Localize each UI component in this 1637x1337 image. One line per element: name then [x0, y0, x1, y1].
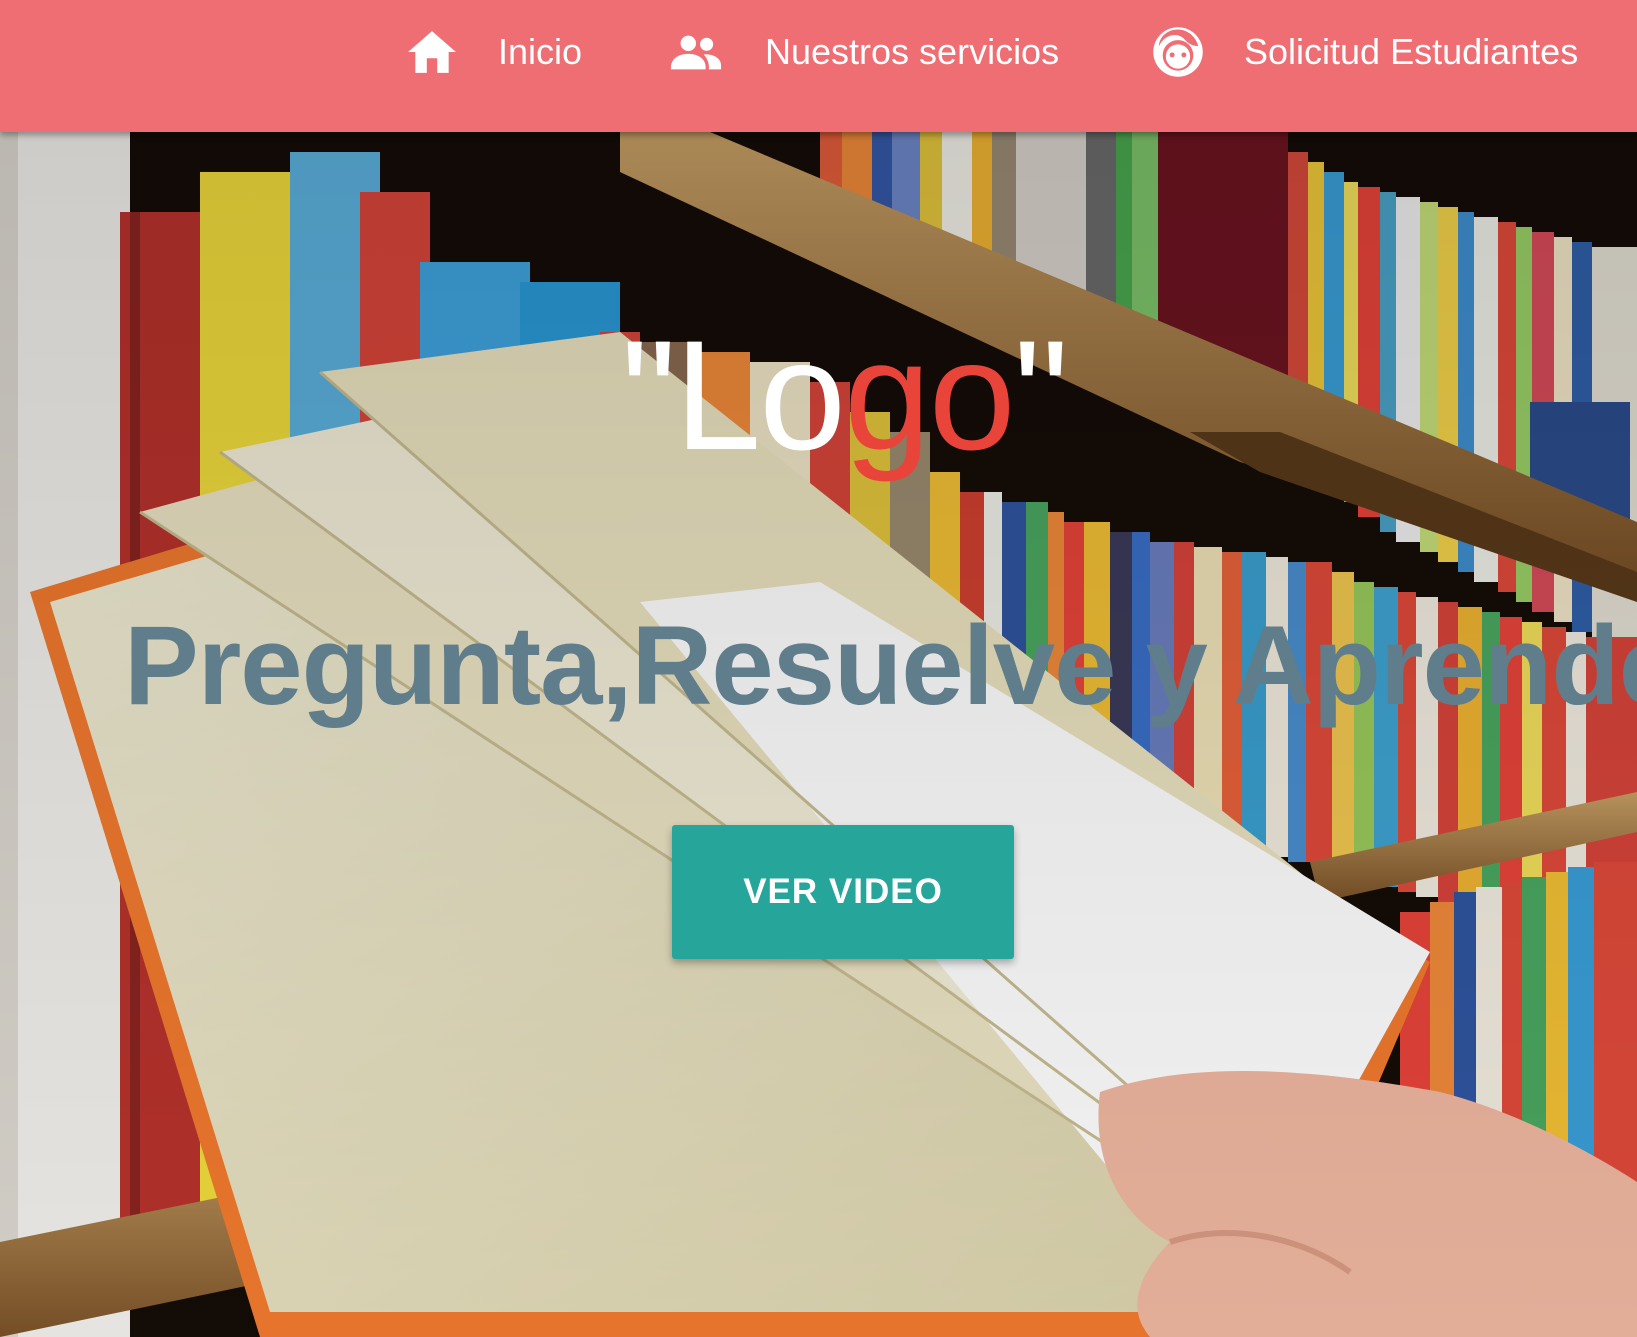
home-icon — [404, 29, 460, 75]
hero-subtitle: Pregunta,Resuelve y Aprende. — [124, 603, 1637, 728]
nav-label-inicio: Inicio — [498, 31, 583, 72]
face-icon — [1150, 25, 1206, 79]
nav-label-nuestros-servicios: Nuestros servicios — [765, 31, 1060, 72]
hero-section: "Logo" Pregunta,Resuelve y Aprende. VER … — [0, 132, 1637, 1337]
logo-open-quote: " — [621, 309, 676, 483]
top-navbar: Inicio Nuestros servicios Solicitud Estu — [0, 0, 1637, 132]
ver-video-button[interactable]: VER VIDEO — [672, 825, 1014, 959]
logo-title: "Logo" — [0, 318, 1637, 474]
group-icon — [668, 33, 724, 71]
nav-link-inicio[interactable]: Inicio — [404, 0, 582, 104]
nav-link-nuestros-servicios[interactable]: Nuestros servicios — [668, 0, 1059, 104]
logo-text-white: Lo — [674, 309, 846, 483]
logo-text-red: go — [844, 309, 1016, 483]
nav-link-solicitud-estudiantes[interactable]: Solicitud Estudiantes — [1150, 0, 1578, 104]
logo-close-quote: " — [1013, 309, 1069, 483]
nav-label-solicitud-estudiantes: Solicitud Estudiantes — [1244, 31, 1579, 72]
